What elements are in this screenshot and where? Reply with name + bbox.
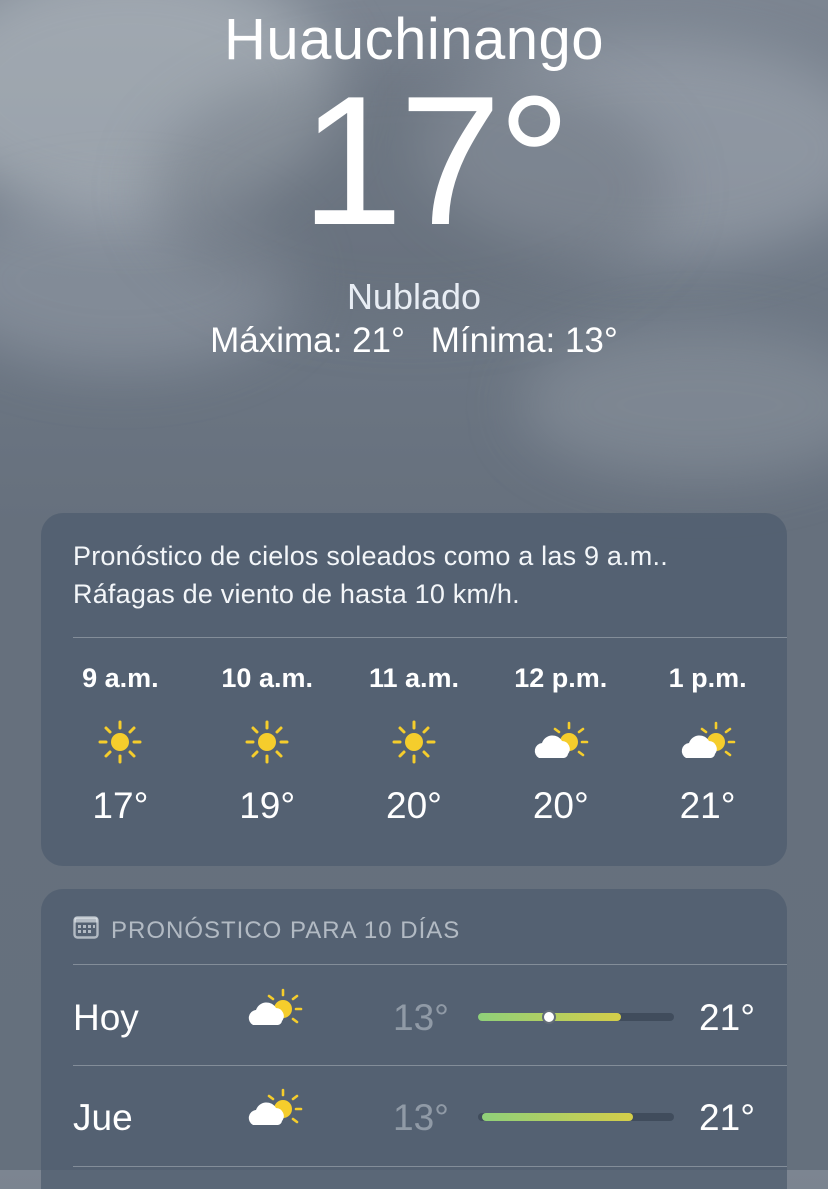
sun-icon bbox=[47, 699, 194, 785]
hour-temperature: 17° bbox=[92, 785, 149, 826]
summary-line: Ráfagas de viento de hasta 10 km/h. bbox=[73, 579, 520, 609]
summary-line: Pronóstico de cielos soleados como a las… bbox=[73, 541, 668, 571]
hour-temperature: 20° bbox=[532, 785, 589, 826]
partly-cloudy-icon bbox=[245, 1087, 305, 1136]
hour-item: 11 a.m. 20° bbox=[341, 663, 488, 827]
forecast-header-label: PRONÓSTICO PARA 10 DÍAS bbox=[111, 916, 461, 944]
temperature-range-fill bbox=[481, 1113, 633, 1121]
current-temperature-dot bbox=[541, 1010, 556, 1024]
calendar-icon bbox=[73, 915, 99, 946]
forecast-low: 13° bbox=[393, 997, 449, 1038]
hour-temperature: 19° bbox=[239, 785, 296, 826]
high-temperature: Máxima: 21° bbox=[210, 321, 406, 360]
divider bbox=[73, 964, 787, 965]
partly-cloudy-icon bbox=[245, 987, 305, 1036]
partly-cloudy-icon bbox=[487, 699, 634, 785]
weather-condition: Nublado bbox=[346, 276, 482, 317]
hour-temperature: 20° bbox=[386, 785, 442, 826]
temperature-range-bar bbox=[478, 1113, 674, 1121]
ten-day-forecast-card[interactable]: PRONÓSTICO PARA 10 DÍAS Hoy 13° 21° Jue … bbox=[41, 889, 787, 1189]
forecast-header: PRONÓSTICO PARA 10 DÍAS bbox=[73, 915, 460, 946]
forecast-day: Jue bbox=[73, 1097, 133, 1138]
divider bbox=[73, 1065, 787, 1066]
hourly-strip[interactable]: 9 a.m. 17° 10 a.m. 19° 11 a.m. 20° 12 p.… bbox=[41, 663, 787, 827]
forecast-high: 21° bbox=[699, 997, 755, 1038]
forecast-row-jue[interactable]: Jue 13° 21° bbox=[73, 1067, 755, 1167]
sun-icon bbox=[194, 699, 341, 785]
hourly-summary: Pronóstico de cielos soleados como a las… bbox=[73, 537, 757, 613]
hour-item: 12 p.m. 20° bbox=[487, 663, 634, 827]
hour-time: 9 a.m. bbox=[82, 663, 159, 693]
forecast-row-hoy[interactable]: Hoy 13° 21° bbox=[73, 967, 755, 1067]
hour-item: 9 a.m. 17° bbox=[47, 663, 194, 827]
current-temperature: 17° bbox=[300, 57, 571, 263]
low-temperature: Mínima: 13° bbox=[430, 321, 618, 360]
high-low-temperatures: Máxima: 21° Mínima: 13° bbox=[0, 321, 828, 361]
hour-temperature: 21° bbox=[679, 785, 736, 826]
divider bbox=[73, 637, 787, 638]
hour-item: 1 p.m. 21° bbox=[634, 663, 781, 827]
sun-icon bbox=[341, 699, 488, 785]
forecast-high: 21° bbox=[699, 1097, 755, 1138]
temperature-range-bar bbox=[478, 1010, 674, 1024]
hour-time: 1 p.m. bbox=[668, 663, 747, 693]
forecast-low: 13° bbox=[393, 1097, 449, 1138]
hour-time: 12 p.m. bbox=[514, 663, 608, 693]
hour-time: 10 a.m. bbox=[221, 663, 313, 693]
hourly-forecast-card[interactable]: Pronóstico de cielos soleados como a las… bbox=[41, 513, 787, 866]
hour-time: 11 a.m. bbox=[368, 663, 460, 693]
forecast-day: Hoy bbox=[73, 997, 139, 1038]
partly-cloudy-icon bbox=[634, 699, 781, 785]
divider bbox=[73, 1166, 787, 1167]
hour-item: 10 a.m. 19° bbox=[194, 663, 341, 827]
